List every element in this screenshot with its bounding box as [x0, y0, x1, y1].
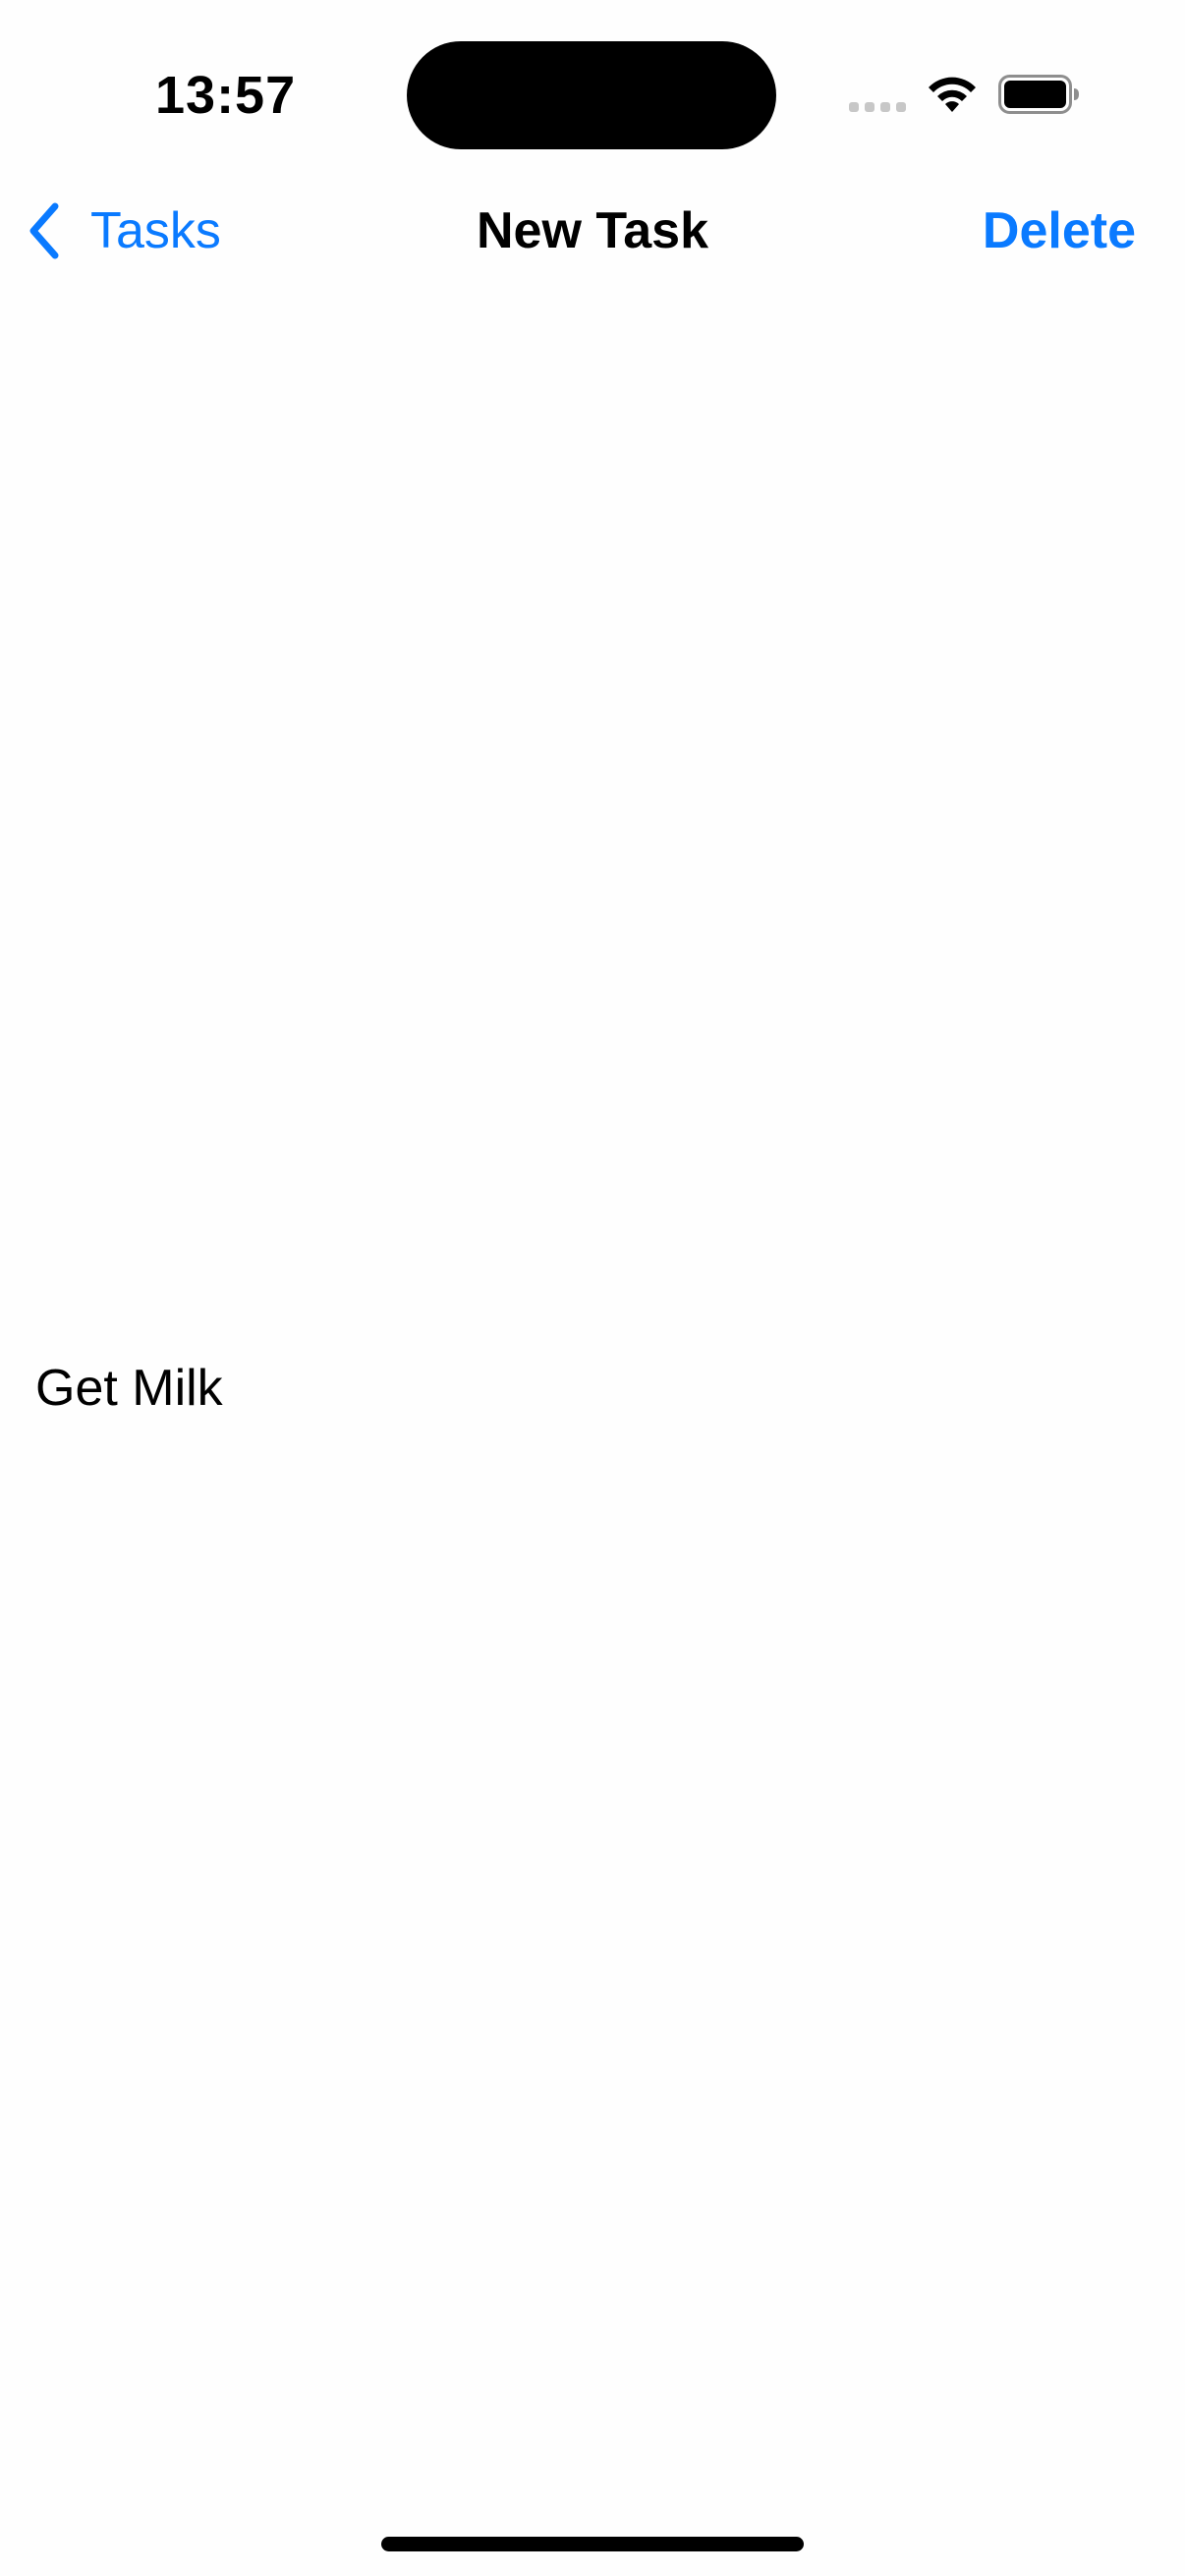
cellular-signal-icon — [849, 102, 908, 114]
home-indicator[interactable] — [381, 2537, 804, 2551]
status-time: 13:57 — [155, 66, 297, 125]
task-name-text[interactable]: Get Milk — [35, 1354, 223, 1423]
battery-icon — [998, 75, 1079, 114]
dynamic-island — [407, 41, 776, 149]
wifi-icon — [929, 77, 976, 112]
screen: 13:57 Tasks New Task Delete Get Milk — [0, 0, 1185, 2576]
delete-button[interactable]: Delete — [983, 196, 1136, 265]
